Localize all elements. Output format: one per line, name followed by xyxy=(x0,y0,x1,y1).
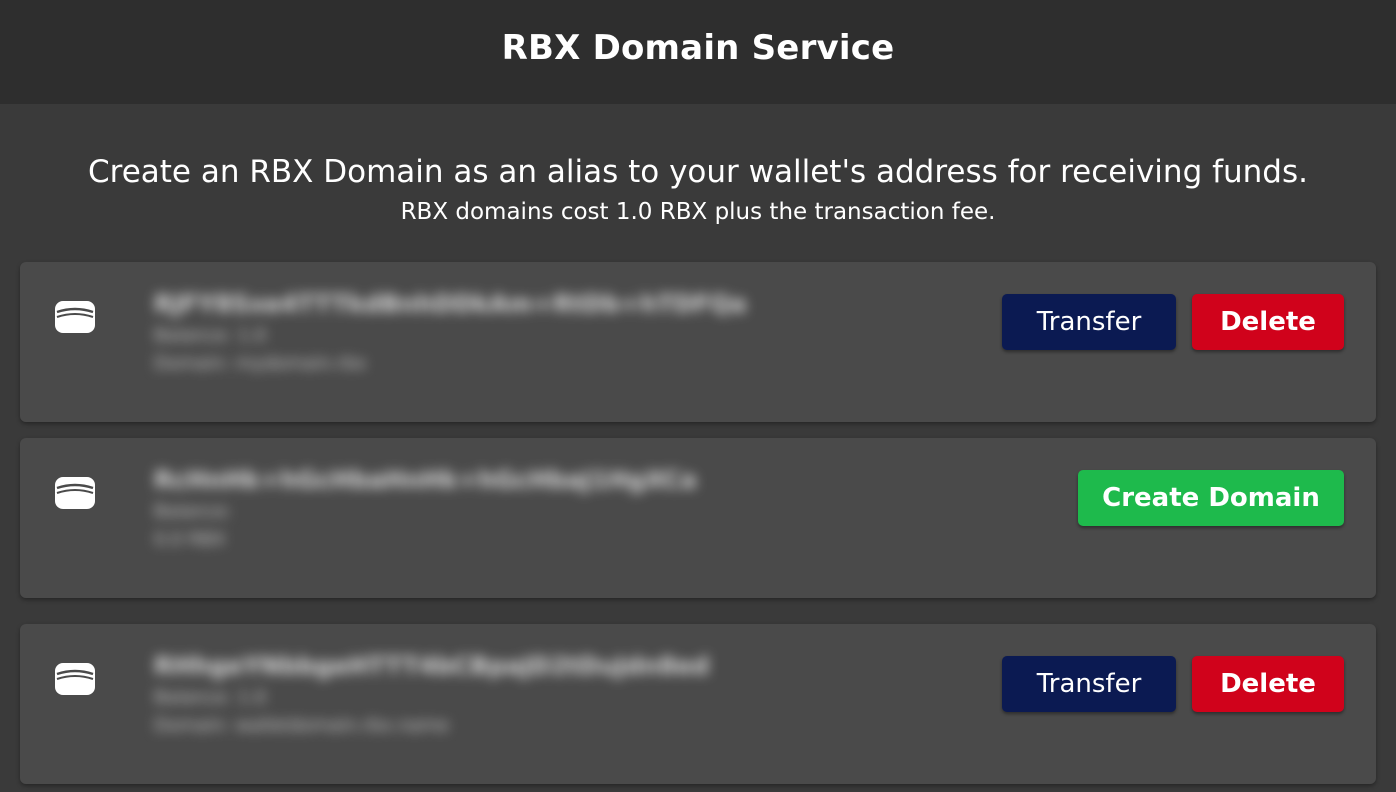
delete-button[interactable]: Delete xyxy=(1192,656,1344,712)
intro-section: Create an RBX Domain as an alias to your… xyxy=(0,150,1396,230)
account-domain: Domain: mydomain.rbx xyxy=(154,353,367,374)
account-info: RHhgeYNbbgeHTTT4bCBpaJD2tDuJdn8ed Balanc… xyxy=(154,648,874,740)
wallet-icon xyxy=(55,477,95,509)
transfer-button[interactable]: Transfer xyxy=(1002,294,1176,350)
intro-description: Create an RBX Domain as an alias to your… xyxy=(87,154,1308,190)
delete-button[interactable]: Delete xyxy=(1192,294,1344,350)
transfer-button[interactable]: Transfer xyxy=(1002,656,1176,712)
account-balance: Balance: xyxy=(154,501,232,522)
wallet-icon xyxy=(55,663,95,695)
account-balance: Balance: 1.0 xyxy=(154,325,267,346)
account-address: RJFY8Sxe4TTTkdBnhDDkAm+RtDb+hTDFQa xyxy=(154,290,747,318)
account-address: RcHnHk+hGcHbaHnHk+hGcHbaJ1HgXCa xyxy=(154,466,697,494)
account-card: RJFY8Sxe4TTTkdBnhDDkAm+RtDb+hTDFQa Balan… xyxy=(20,262,1376,422)
account-info: RJFY8Sxe4TTTkdBnhDDkAm+RtDb+hTDFQa Balan… xyxy=(154,286,874,378)
account-domain: Domain: walletdomain.rbx.name xyxy=(154,715,449,736)
account-balance: Balance: 1.0 xyxy=(154,687,267,708)
account-card: RcHnHk+hGcHbaHnHk+hGcHbaJ1HgXCa Balance:… xyxy=(20,438,1376,598)
account-card: RHhgeYNbbgeHTTT4bCBpaJD2tDuJdn8ed Balanc… xyxy=(20,624,1376,784)
intro-cost-note: RBX domains cost 1.0 RBX plus the transa… xyxy=(400,199,996,225)
create-domain-button[interactable]: Create Domain xyxy=(1078,470,1344,526)
app-header: RBX Domain Service xyxy=(0,0,1396,104)
account-address: RHhgeYNbbgeHTTT4bCBpaJD2tDuJdn8ed xyxy=(154,652,710,680)
account-domain: 0.0 RBX xyxy=(154,529,226,550)
page-title: RBX Domain Service xyxy=(501,28,895,68)
wallet-icon xyxy=(55,301,95,333)
account-info: RcHnHk+hGcHbaHnHk+hGcHbaJ1HgXCa Balance:… xyxy=(154,462,874,554)
